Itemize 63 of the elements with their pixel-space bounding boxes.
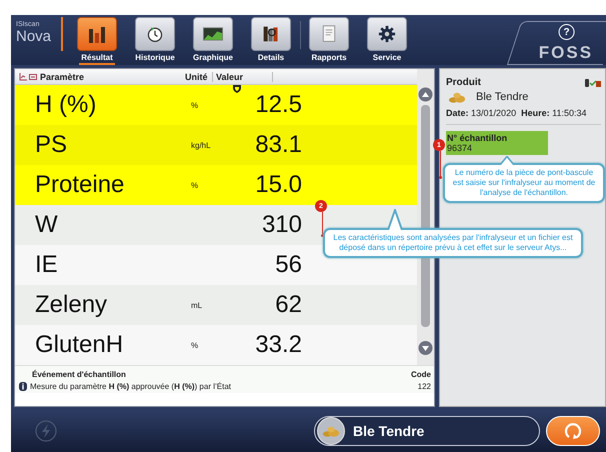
toolbar-button[interactable]: Service <box>367 15 407 65</box>
parameter-name: Proteine <box>34 171 126 199</box>
value-text: 15.0 <box>255 171 302 198</box>
date-label: Date: <box>446 108 469 118</box>
help-button[interactable]: ? <box>558 24 574 40</box>
document-magnifier-icon <box>251 17 291 51</box>
value-text: 56 <box>275 251 302 278</box>
callout-pointer <box>387 209 403 230</box>
event-code: 122 <box>418 382 431 391</box>
sample-number: 96374 <box>447 142 472 153</box>
date-value: 13/01/2020 <box>471 108 516 118</box>
panel-title: Produit <box>446 77 481 88</box>
tab[interactable]: Details <box>251 15 291 65</box>
leader-line <box>438 151 442 179</box>
parameter-name: IE <box>34 251 59 279</box>
value-text: 62 <box>275 291 302 318</box>
product-name: Ble Tendre <box>353 423 424 439</box>
sample-label: N° échantillon <box>447 132 508 143</box>
code-heading: Code <box>411 370 431 379</box>
refresh-button[interactable] <box>546 416 600 446</box>
bar-chart-icon <box>77 17 117 51</box>
chart-view-icon[interactable] <box>19 72 27 80</box>
column-header: Unité <box>185 72 213 82</box>
callout-pointer <box>499 156 515 165</box>
brand-logo: FOSS <box>539 43 594 63</box>
parameter-name: H (%) <box>34 91 98 119</box>
unit-text: mL <box>191 300 202 310</box>
tab[interactable]: Graphique <box>193 15 233 65</box>
tab[interactable]: Résultat <box>77 15 117 65</box>
bottle-check-icon <box>585 78 601 87</box>
unit-text: % <box>191 100 198 110</box>
grain-icon <box>322 424 340 438</box>
unit-text: kg/hL <box>191 140 211 150</box>
refresh-icon <box>564 422 582 440</box>
parameter-name: W <box>34 211 59 239</box>
value-text: 33.2 <box>255 331 302 358</box>
clock-icon <box>135 17 175 51</box>
unit-text: % <box>191 180 198 190</box>
logo-text: Nova <box>16 29 52 44</box>
value-text: 12.5 <box>255 91 302 118</box>
time-value: 11:50:34 <box>552 108 586 118</box>
report-icon <box>309 17 349 51</box>
value-text: 310 <box>262 211 302 238</box>
parameter-name: GlutenH <box>34 331 124 359</box>
column-header: Valeur <box>213 72 273 82</box>
column-header: Paramètre <box>40 72 86 82</box>
area-chart-icon <box>193 17 233 51</box>
gear-icon <box>367 17 407 51</box>
event-text: Mesure du paramètre H (%) approuvée (H (%)) par l’État <box>30 382 232 391</box>
list-view-icon[interactable] <box>29 72 37 80</box>
grain-icon <box>448 91 466 104</box>
parameter-name: PS <box>34 131 68 159</box>
product-name: Ble Tendre <box>476 91 528 104</box>
toolbar-button[interactable]: Rapports <box>309 15 349 65</box>
product-selector[interactable]: Ble Tendre <box>314 416 540 446</box>
callout-bubble: Le numéro de la pièce de pont-bascule est saisie sur l'infralyseur au moment de l'analyse de l'échantillon. <box>443 163 605 203</box>
tab[interactable]: Historique <box>135 15 175 65</box>
unit-text: % <box>191 340 198 350</box>
leader-line <box>320 212 324 237</box>
value-text: 83.1 <box>255 131 302 158</box>
event-heading: Événement d'échantillon <box>32 370 126 379</box>
parameter-name: Zeleny <box>34 291 108 319</box>
time-label: Heure: <box>521 108 550 118</box>
